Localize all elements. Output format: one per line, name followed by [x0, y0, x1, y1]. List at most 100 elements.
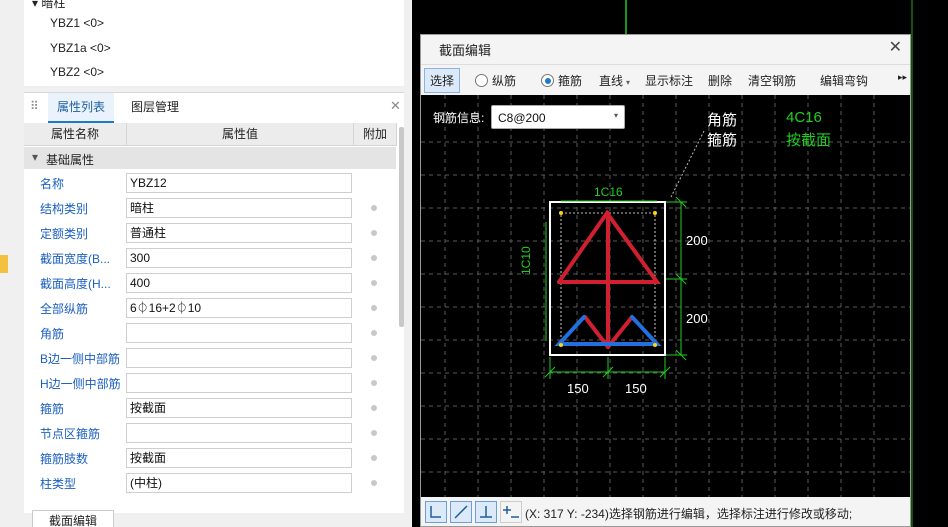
- attach-dot-icon[interactable]: [371, 230, 377, 236]
- attach-dot-icon[interactable]: [371, 380, 377, 386]
- tree-parent[interactable]: ▾ 暗柱: [32, 0, 65, 11]
- chevron-down-icon: ▾: [613, 111, 618, 120]
- column-header-name: 属性名称: [24, 123, 127, 146]
- add-snap-icon[interactable]: [500, 501, 522, 523]
- property-name: 角筋: [40, 327, 65, 341]
- property-value[interactable]: 6⏀16+2⏀10: [126, 298, 352, 318]
- property-row[interactable]: 全部纵筋 6⏀16+2⏀10: [24, 296, 396, 321]
- property-name: 定额类别: [40, 227, 89, 241]
- property-value[interactable]: YBZ12: [126, 173, 352, 193]
- property-value[interactable]: 暗柱: [126, 198, 352, 218]
- attach-dot-icon[interactable]: [371, 280, 377, 286]
- stirrup-label: 箍筋: [707, 132, 738, 149]
- column-header-extra: 附加: [354, 123, 397, 146]
- top-bar-label: 1C16: [594, 185, 623, 199]
- property-row[interactable]: 柱类型 (中柱): [24, 471, 396, 496]
- show-label-button[interactable]: 显示标注: [645, 72, 693, 89]
- property-row[interactable]: B边一侧中部筋: [24, 346, 396, 371]
- attach-dot-icon[interactable]: [371, 305, 377, 311]
- property-row[interactable]: 截面高度(H... 400: [24, 271, 396, 296]
- rebar-info-select[interactable]: C8@200 ▾: [491, 105, 625, 129]
- status-bar: (X: 317 Y: -234)选择钢筋进行编辑，选择标注进行修改或移动;: [421, 497, 910, 526]
- property-name: 截面高度(H...: [40, 277, 111, 291]
- drawing-canvas[interactable]: 钢筋信息: C8@200 ▾ 角筋 箍筋 4C16 按截面 1C16 1C10 …: [421, 95, 910, 497]
- close-icon[interactable]: ✕: [889, 37, 902, 57]
- expand-arrow-icon: ▾: [32, 0, 42, 10]
- property-row[interactable]: 名称 YBZ12: [24, 171, 396, 196]
- collapse-arrow-icon: ▾: [32, 150, 39, 164]
- perpendicular-snap-icon[interactable]: [475, 501, 497, 523]
- property-row[interactable]: 结构类别 暗柱: [24, 196, 396, 221]
- property-name: 结构类别: [40, 202, 89, 216]
- attach-dot-icon[interactable]: [371, 205, 377, 211]
- radio-off-icon: [475, 74, 488, 87]
- property-name: 箍筋: [40, 402, 65, 416]
- property-panel: ⠿ 属性列表 图层管理 ✕ 属性名称 属性值 附加 ▾ 基础属性 名称 YBZ12…: [24, 92, 404, 513]
- left-panel: ▾ 暗柱 YBZ1 <0> YBZ1a <0> YBZ2 <0> ⠿ 属性列表 …: [0, 0, 412, 527]
- dialog-title: 截面编辑: [439, 43, 492, 58]
- clear-rebar-button[interactable]: 清空钢筋: [748, 72, 796, 89]
- more-icon[interactable]: ▸▸: [898, 72, 907, 83]
- property-row[interactable]: 箍筋肢数 按截面: [24, 446, 396, 471]
- tree-item[interactable]: YBZ2 <0>: [50, 65, 104, 79]
- tree-item[interactable]: YBZ1 <0>: [50, 16, 104, 30]
- property-value[interactable]: 普通柱: [126, 223, 352, 243]
- rebar-info-label: 钢筋信息:: [433, 111, 485, 125]
- status-text: (X: 317 Y: -234)选择钢筋进行编辑，选择标注进行修改或移动;: [525, 507, 853, 521]
- attach-dot-icon[interactable]: [371, 330, 377, 336]
- property-name: H边一侧中部筋: [40, 377, 121, 391]
- drag-handle-icon[interactable]: ⠿: [30, 99, 39, 113]
- ortho-snap-icon[interactable]: [425, 501, 447, 523]
- section-drawing: [421, 95, 910, 497]
- property-row[interactable]: 定额类别 普通柱: [24, 221, 396, 246]
- line-snap-icon[interactable]: [450, 501, 472, 523]
- property-name: 截面宽度(B...: [40, 252, 111, 266]
- corner-bar-value: 4C16: [786, 109, 822, 126]
- tab-section-edit[interactable]: 截面编辑: [32, 510, 114, 527]
- property-value[interactable]: [126, 323, 352, 343]
- attach-dot-icon[interactable]: [371, 255, 377, 261]
- stirrup-radio[interactable]: 箍筋: [541, 72, 582, 89]
- line-dropdown[interactable]: 直线 ▾: [599, 72, 630, 89]
- property-name: 柱类型: [40, 477, 77, 491]
- property-value[interactable]: [126, 423, 352, 443]
- longitudinal-radio[interactable]: 纵筋: [475, 72, 516, 89]
- attach-dot-icon[interactable]: [371, 430, 377, 436]
- property-row[interactable]: 角筋: [24, 321, 396, 346]
- corner-bar-label: 角筋: [707, 112, 738, 129]
- property-value[interactable]: [126, 373, 352, 393]
- radio-on-icon: [541, 74, 554, 87]
- group-header[interactable]: ▾ 基础属性: [24, 147, 396, 169]
- select-button[interactable]: 选择: [424, 68, 461, 93]
- property-value[interactable]: [126, 348, 352, 368]
- column-header-value: 属性值: [127, 123, 354, 146]
- property-value[interactable]: 按截面: [126, 448, 352, 468]
- property-value[interactable]: 按截面: [126, 398, 352, 418]
- side-marker: [0, 255, 8, 273]
- property-row[interactable]: 箍筋 按截面: [24, 396, 396, 421]
- tab-property-list[interactable]: 属性列表: [48, 93, 114, 123]
- property-name: B边一侧中部筋: [40, 352, 121, 366]
- attach-dot-icon[interactable]: [371, 355, 377, 361]
- attach-dot-icon[interactable]: [371, 480, 377, 486]
- section-edit-dialog: 截面编辑 ✕ 选择 纵筋 箍筋 直线 ▾ 显示标注 删除 清空钢筋 编辑弯钩 ▸▸: [420, 34, 911, 527]
- tree-item[interactable]: YBZ1a <0>: [50, 41, 111, 55]
- tab-layer-management[interactable]: 图层管理: [118, 93, 192, 121]
- delete-button[interactable]: 删除: [708, 72, 732, 89]
- dimension-h1: 200: [686, 233, 708, 248]
- property-row[interactable]: 节点区箍筋: [24, 421, 396, 446]
- property-value[interactable]: 300: [126, 248, 352, 268]
- property-value[interactable]: 400: [126, 273, 352, 293]
- scrollbar[interactable]: [399, 127, 404, 327]
- group-label: 基础属性: [46, 153, 95, 167]
- property-name: 全部纵筋: [40, 302, 89, 316]
- dimension-w2: 150: [625, 381, 647, 396]
- attach-dot-icon[interactable]: [371, 455, 377, 461]
- property-row[interactable]: H边一侧中部筋: [24, 371, 396, 396]
- property-row[interactable]: 截面宽度(B... 300: [24, 246, 396, 271]
- property-value[interactable]: (中柱): [126, 473, 352, 493]
- edit-hook-button[interactable]: 编辑弯钩: [820, 72, 868, 89]
- attach-dot-icon[interactable]: [371, 405, 377, 411]
- side-bar-label: 1C10: [519, 246, 533, 275]
- close-icon[interactable]: ✕: [390, 98, 401, 114]
